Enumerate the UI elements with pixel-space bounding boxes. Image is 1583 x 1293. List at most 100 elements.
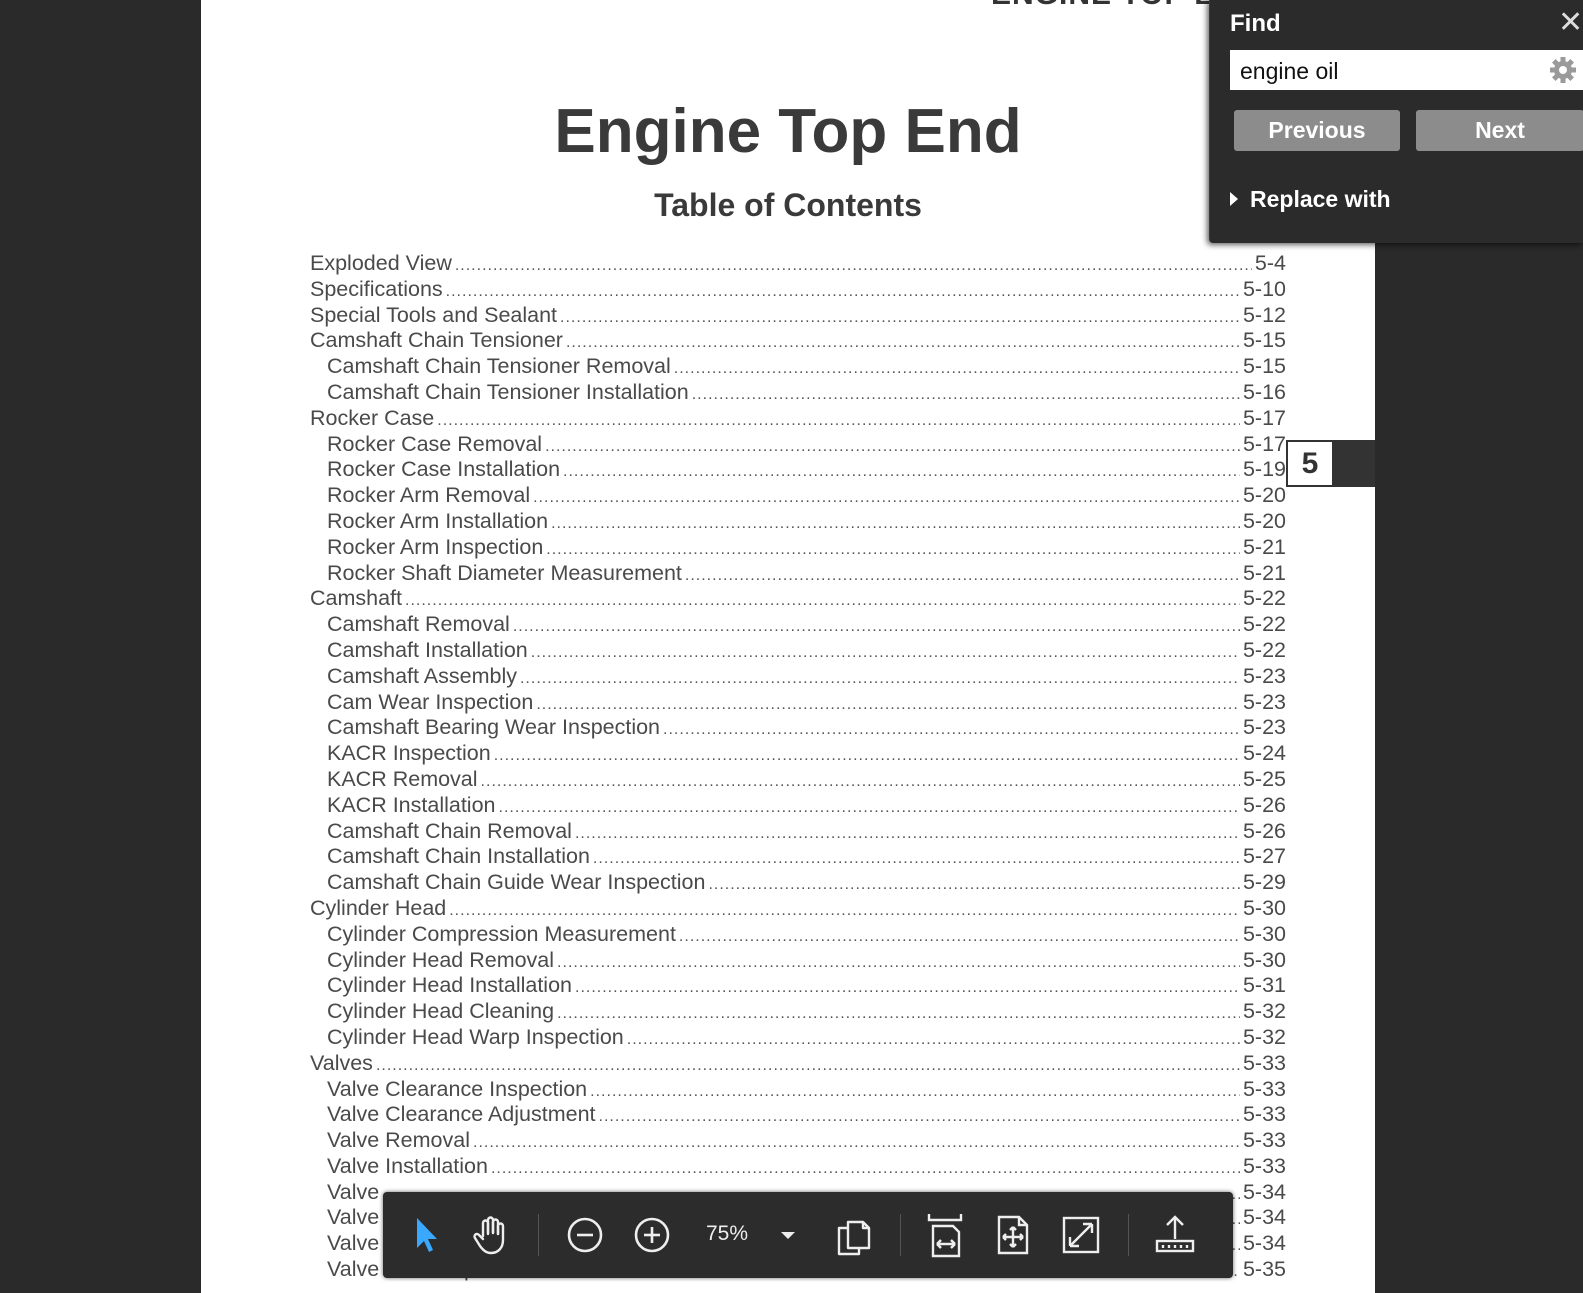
hand-icon[interactable]	[467, 1210, 517, 1260]
toc-entry-page: 5-20	[1242, 508, 1286, 533]
toc-entry[interactable]: Cylinder Head Warp Inspection...........…	[310, 1025, 1286, 1051]
toc-entry-page: 5-30	[1242, 895, 1286, 920]
toc-entry[interactable]: Valve Clearance Adjustment..............…	[310, 1102, 1286, 1128]
toc-entry[interactable]: Rocker Case Installation................…	[310, 457, 1286, 483]
toc-entry[interactable]: Cylinder Head Cleaning..................…	[310, 999, 1286, 1025]
toc-entry-title: Valve Clearance Adjustment	[327, 1102, 596, 1127]
toc-entry[interactable]: Camshaft Chain Tensioner Installation...…	[310, 380, 1286, 406]
find-input[interactable]	[1230, 50, 1542, 92]
toc-entry-title: Rocker Arm Removal	[327, 483, 531, 508]
toc-entry[interactable]: KACR Removal............................…	[310, 767, 1286, 793]
replace-with-toggle[interactable]: Replace with	[1230, 183, 1391, 215]
toc-entry-title: Camshaft	[310, 586, 403, 611]
toc-entry[interactable]: Rocker Arm Removal......................…	[310, 483, 1286, 509]
toc-entry[interactable]: Camshaft Chain Removal..................…	[310, 819, 1286, 845]
fullscreen-icon[interactable]	[1056, 1210, 1106, 1260]
toc-entry-title: Rocker Case Installation	[327, 457, 561, 482]
toc-entry-page: 5-34	[1242, 1231, 1286, 1256]
toc-entry-page: 5-26	[1242, 792, 1286, 817]
toc-entry-page: 5-10	[1242, 276, 1286, 301]
toc-entry-page: 5-21	[1242, 534, 1286, 559]
toc-entry[interactable]: Cam Wear Inspection.....................…	[310, 690, 1286, 716]
toc-entry-title: Cylinder Head Cleaning	[327, 999, 555, 1024]
fit-width-icon[interactable]	[920, 1210, 970, 1260]
previous-button[interactable]: Previous	[1234, 110, 1400, 151]
toc-entry[interactable]: Exploded View...........................…	[310, 251, 1286, 277]
toc-entry-page: 5-21	[1242, 560, 1286, 585]
toc-entry[interactable]: Valve Removal...........................…	[310, 1128, 1286, 1154]
toc-entry-title: Rocker Case	[310, 405, 435, 430]
copy-pages-icon[interactable]	[828, 1210, 878, 1260]
toc-entry-title: Cylinder Head Warp Inspection	[327, 1024, 624, 1049]
toolbar-separator	[900, 1214, 901, 1256]
toc-entry-page: 5-4	[1254, 251, 1286, 275]
toc-entry[interactable]: Valves..................................…	[310, 1051, 1286, 1077]
toc-entry-title: KACR Inspection	[327, 741, 491, 766]
close-icon[interactable]: ✕	[1558, 6, 1583, 40]
toc-entry[interactable]: KACR Installation.......................…	[310, 793, 1286, 819]
toc-entry[interactable]: Camshaft Chain Installation.............…	[310, 844, 1286, 870]
toc-leader-dots: ........................................…	[560, 308, 1240, 326]
toc-entry[interactable]: Camshaft Chain Guide Wear Inspection....…	[310, 870, 1286, 896]
toc-entry[interactable]: Valve Installation......................…	[310, 1154, 1286, 1180]
toc-entry-page: 5-23	[1242, 689, 1286, 714]
chevron-down-icon[interactable]	[775, 1222, 801, 1248]
toc-entry-title: Camshaft Chain Tensioner Removal	[327, 354, 671, 379]
zoom-in-icon[interactable]	[627, 1210, 677, 1260]
bottom-toolbar: 75%	[383, 1192, 1233, 1278]
toc-entry[interactable]: Camshaft Chain Tensioner Removal........…	[310, 354, 1286, 380]
toc-entry[interactable]: Cylinder Head...........................…	[310, 896, 1286, 922]
toc-entry-page: 5-15	[1242, 328, 1286, 353]
toc-entry-title: Camshaft Bearing Wear Inspection	[327, 715, 661, 740]
toc-leader-dots: ........................................…	[626, 1030, 1240, 1048]
toc-leader-dots: ........................................…	[575, 979, 1240, 997]
toc-entry[interactable]: Special Tools and Sealant...............…	[310, 303, 1286, 329]
toc-entry[interactable]: Rocker Arm Inspection...................…	[310, 535, 1286, 561]
toolbar-separator	[1128, 1214, 1129, 1256]
toc-entry-page: 5-35	[1242, 1257, 1286, 1282]
toc-leader-dots: ........................................…	[405, 592, 1240, 610]
pdf-page[interactable]: ENGINE TOP EN Engine Top End Table of Co…	[201, 0, 1375, 1293]
toc-leader-dots: ........................................…	[673, 360, 1240, 378]
toc-entry[interactable]: Rocker Case Removal.....................…	[310, 432, 1286, 458]
toc-entry-title: Special Tools and Sealant	[310, 302, 558, 327]
toc-entry-title: Camshaft Chain Tensioner	[310, 328, 563, 353]
toc-entry[interactable]: Cylinder Head Removal...................…	[310, 948, 1286, 974]
toc-entry-page: 5-34	[1242, 1205, 1286, 1230]
toc-entry[interactable]: Camshaft Chain Tensioner................…	[310, 328, 1286, 354]
toc-entry[interactable]: Rocker Case.............................…	[310, 406, 1286, 432]
toc-entry[interactable]: Camshaft Removal........................…	[310, 612, 1286, 638]
page-subtitle: Table of Contents	[654, 187, 922, 223]
toc-entry[interactable]: Valve Clearance Inspection..............…	[310, 1077, 1286, 1103]
toc-entry[interactable]: Cylinder Head Installation..............…	[310, 973, 1286, 999]
toc-entry-title: Valves	[310, 1050, 373, 1075]
find-input-container	[1230, 50, 1583, 92]
toc-entry[interactable]: Rocker Arm Installation.................…	[310, 509, 1286, 535]
toc-entry[interactable]: KACR Inspection.........................…	[310, 741, 1286, 767]
toc-entry-page: 5-22	[1242, 586, 1286, 611]
toc-entry[interactable]: Camshaft Bearing Wear Inspection........…	[310, 715, 1286, 741]
toc-entry-page: 5-25	[1242, 766, 1286, 791]
toc-entry-page: 5-33	[1242, 1050, 1286, 1075]
toc-entry[interactable]: Specifications..........................…	[310, 277, 1286, 303]
toc-entry[interactable]: Cylinder Compression Measurement........…	[310, 922, 1286, 948]
share-upload-icon[interactable]	[1150, 1210, 1200, 1260]
toc-entry[interactable]: Camshaft Assembly.......................…	[310, 664, 1286, 690]
toc-entry-title: Valve	[327, 1231, 380, 1256]
toc-entry[interactable]: Camshaft Installation...................…	[310, 638, 1286, 664]
fit-page-icon[interactable]	[988, 1210, 1038, 1260]
zoom-level[interactable]: 75%	[697, 1222, 757, 1246]
toc-entry-title: Camshaft Assembly	[327, 663, 517, 688]
toc-entry-title: Cam Wear Inspection	[327, 689, 534, 714]
toc-entry-page: 5-19	[1242, 457, 1286, 482]
select-pointer-icon[interactable]	[401, 1210, 451, 1260]
toc-leader-dots: ........................................…	[663, 721, 1240, 739]
chapter-tab-bar	[1332, 440, 1375, 487]
toc-leader-dots: ........................................…	[533, 489, 1240, 507]
toc-entry[interactable]: Camshaft................................…	[310, 586, 1286, 612]
next-button[interactable]: Next	[1416, 110, 1583, 151]
gear-icon[interactable]	[1548, 54, 1578, 86]
zoom-out-icon[interactable]	[560, 1210, 610, 1260]
toc-entry[interactable]: Rocker Shaft Diameter Measurement.......…	[310, 561, 1286, 587]
toc-entry-title: Camshaft Chain Removal	[327, 818, 572, 843]
